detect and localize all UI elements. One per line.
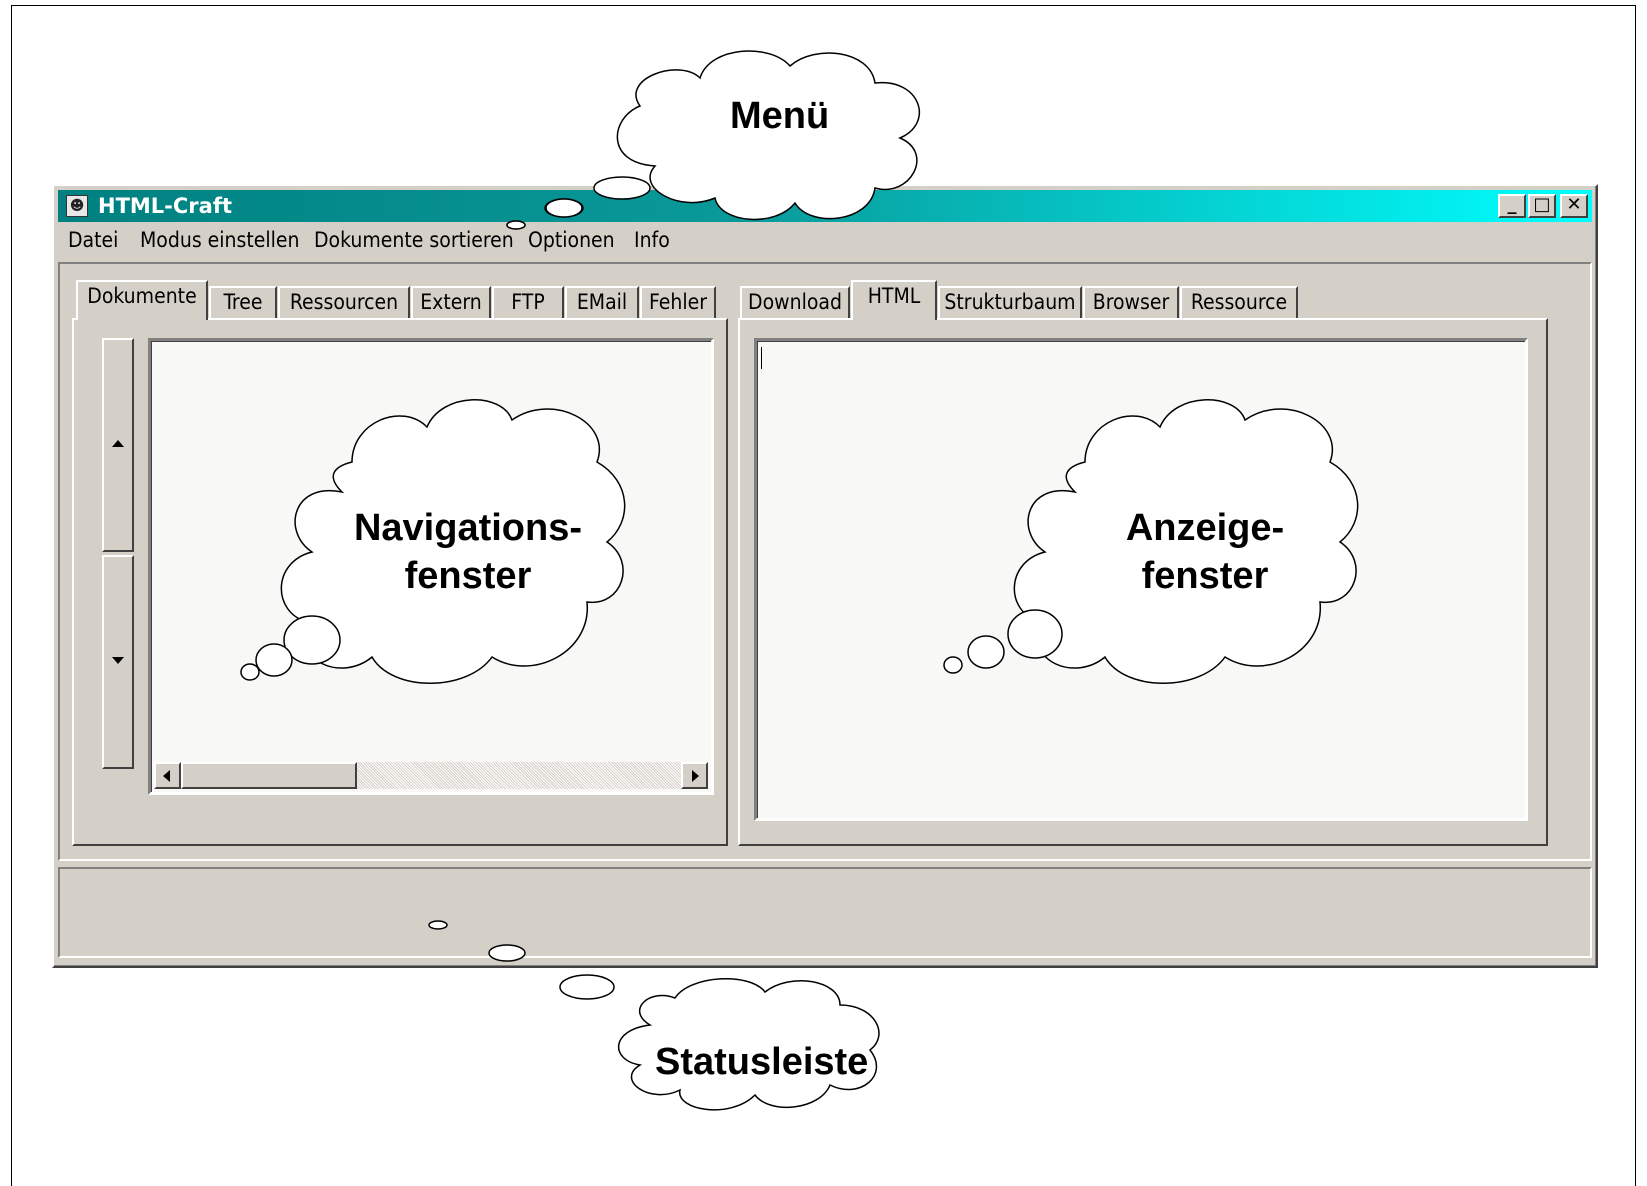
- minimize-button[interactable]: _: [1498, 194, 1526, 218]
- scroll-left-button[interactable]: [154, 762, 181, 789]
- triangle-left-icon: [163, 770, 170, 782]
- horizontal-scrollbar[interactable]: [154, 762, 708, 789]
- scroll-down-button[interactable]: [102, 555, 134, 769]
- left-tab-strip: Dokumente Tree Ressourcen Extern FTP EMa…: [76, 278, 726, 320]
- close-button[interactable]: ✕: [1560, 194, 1588, 218]
- scroll-up-button[interactable]: [102, 338, 134, 552]
- navigation-callout-line2: fenster: [404, 555, 532, 597]
- navigation-callout-label: Navigations- fenster: [343, 504, 593, 600]
- status-callout-label: Statusleiste: [655, 1041, 869, 1083]
- display-callout-line1: Anzeige-: [1125, 507, 1285, 549]
- tab-extern[interactable]: Extern: [411, 286, 491, 318]
- tab-email[interactable]: EMail: [565, 286, 639, 318]
- tab-strukturbaum[interactable]: Strukturbaum: [938, 286, 1082, 318]
- menu-datei[interactable]: Datei: [68, 228, 118, 252]
- tab-download[interactable]: Download: [740, 286, 850, 318]
- display-callout-label: Anzeige- fenster: [1080, 504, 1330, 600]
- navigation-callout-line1: Navigations-: [353, 507, 583, 549]
- triangle-right-icon: [692, 770, 699, 782]
- text-caret: [761, 347, 762, 369]
- app-icon: ☻: [66, 195, 88, 217]
- display-callout-line2: fenster: [1141, 555, 1269, 597]
- tab-tree[interactable]: Tree: [209, 286, 277, 318]
- tab-ftp[interactable]: FTP: [492, 286, 564, 318]
- tab-fehler[interactable]: Fehler: [640, 286, 716, 318]
- window-title: HTML-Craft: [98, 194, 233, 218]
- menu-callout-bubble: [506, 50, 920, 230]
- triangle-down-icon: [112, 657, 124, 664]
- tab-browser[interactable]: Browser: [1083, 286, 1179, 318]
- menu-callout-tail: [506, 198, 583, 230]
- menu-callout-label: Menü: [730, 95, 830, 137]
- status-callout: [428, 920, 880, 1111]
- tab-ressource[interactable]: Ressource: [1180, 286, 1298, 318]
- maximize-button[interactable]: □: [1528, 194, 1556, 218]
- triangle-up-icon: [112, 440, 124, 447]
- menu-modus-einstellen[interactable]: Modus einstellen: [140, 228, 300, 252]
- scroll-thumb[interactable]: [181, 762, 357, 789]
- scroll-right-button[interactable]: [681, 762, 708, 789]
- tab-ressourcen[interactable]: Ressourcen: [278, 286, 410, 318]
- tab-html[interactable]: HTML: [851, 280, 937, 320]
- tab-dokumente[interactable]: Dokumente: [76, 280, 208, 320]
- right-tab-strip: Download HTML Strukturbaum Browser Resso…: [740, 278, 1340, 320]
